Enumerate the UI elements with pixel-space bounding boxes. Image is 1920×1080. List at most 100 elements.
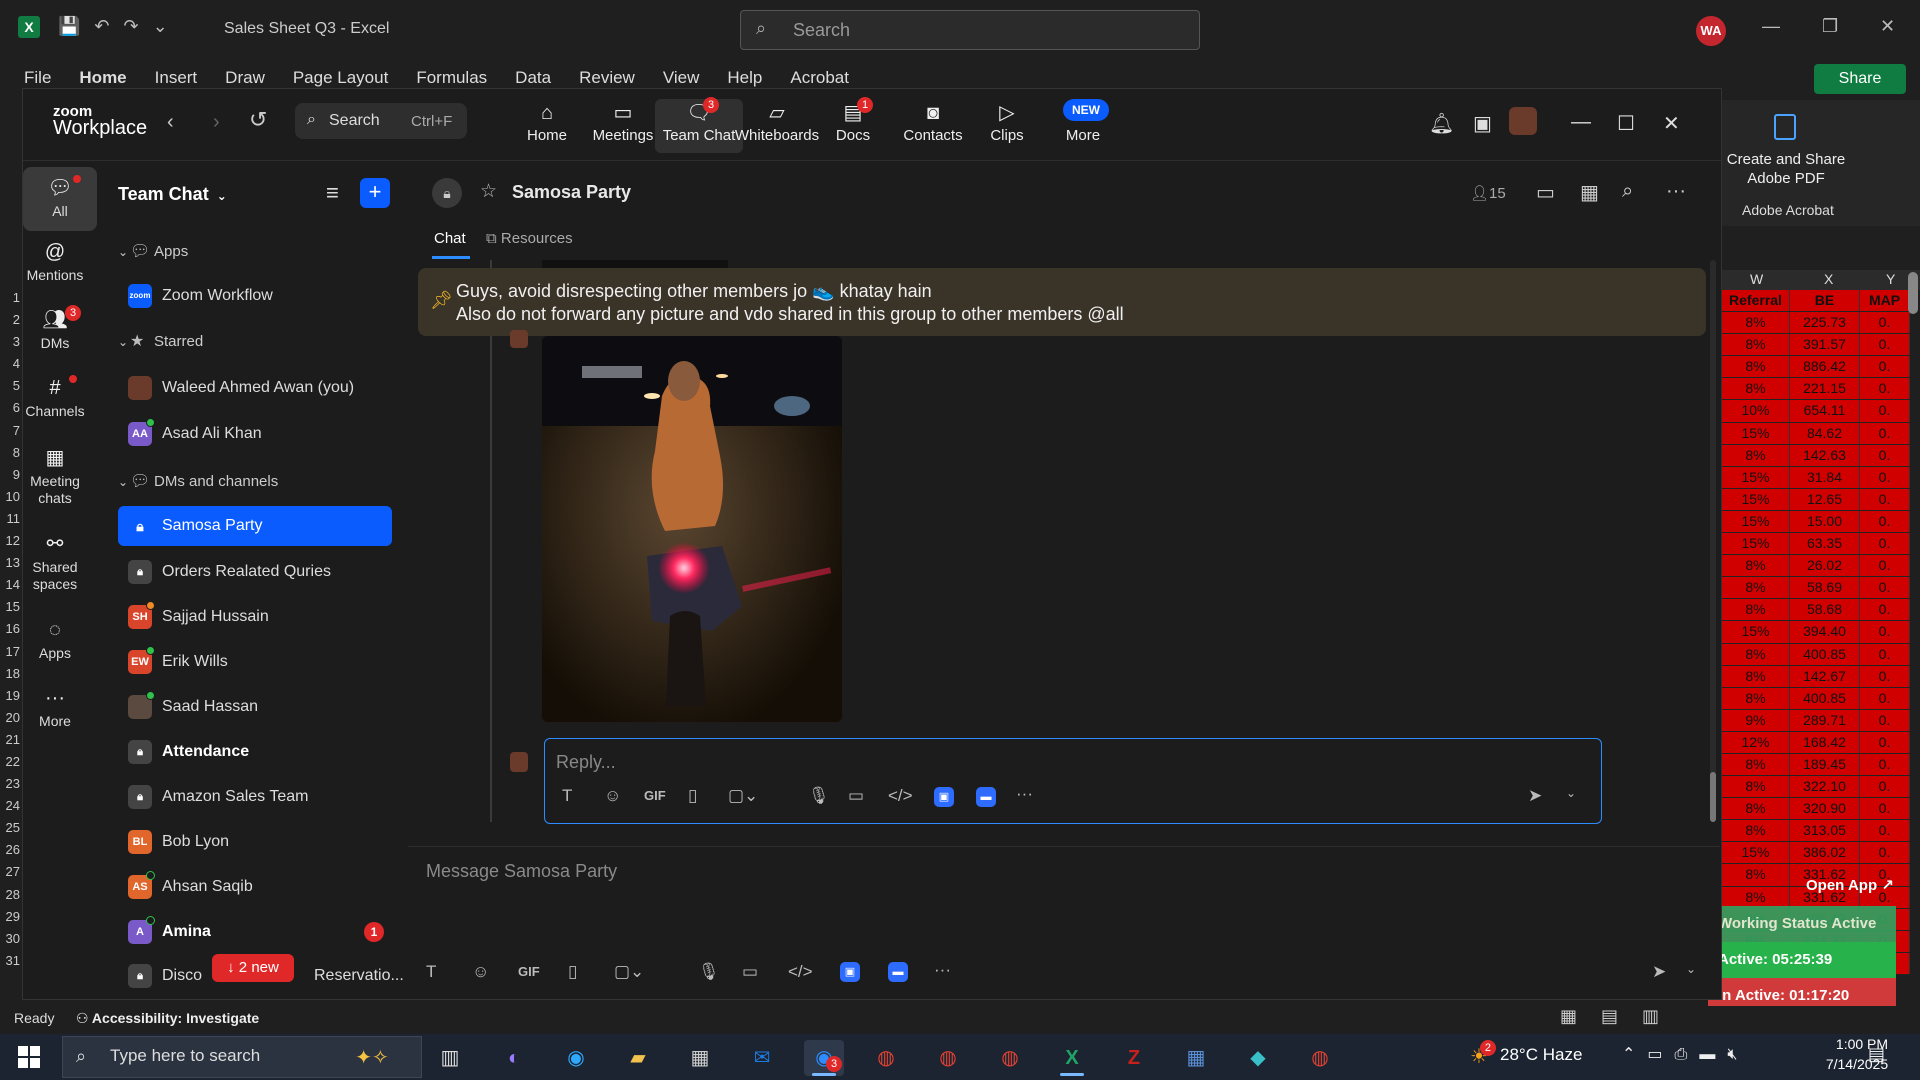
ribbon-tab-page-layout[interactable]: Page Layout [293,68,388,87]
video-call-icon[interactable]: ▭ [1536,180,1555,205]
header-cell[interactable]: MAP [1860,290,1910,312]
table-cell[interactable]: 0. [1860,687,1910,709]
copilot-sparkle-icon[interactable]: ✦✧ [352,1040,392,1076]
table-cell[interactable]: 15% [1722,466,1790,488]
table-cell[interactable]: 386.02 [1790,842,1860,864]
table-cell[interactable]: 26.02 [1790,555,1860,577]
weather-icon[interactable]: ☀ 2 [1470,1040,1496,1069]
zoom-minimize-icon[interactable]: — [1571,111,1591,134]
filezilla-icon[interactable]: Z [1114,1040,1154,1076]
more-options-icon[interactable]: ··· [934,960,951,980]
excel-share-button[interactable]: Share [1814,64,1906,94]
row-header[interactable]: 23 [0,776,22,798]
table-cell[interactable]: 0. [1860,400,1910,422]
header-cell[interactable]: Referral [1722,290,1790,312]
calendar-icon[interactable]: ▣ [1473,111,1492,136]
outlook-icon[interactable]: ✉ [742,1040,782,1076]
table-cell[interactable]: 12% [1722,731,1790,753]
column-header[interactable]: X [1824,271,1833,287]
excel-ribbon-tabs[interactable]: File Home Insert Draw Page Layout Formulas Dat… [24,68,877,88]
table-cell[interactable]: 8% [1722,820,1790,842]
tab-chat[interactable]: Chat [434,230,466,247]
list-item-erik[interactable]: EW Erik Wills [118,642,392,682]
table-cell[interactable]: 394.40 [1790,621,1860,643]
row-header[interactable]: 13 [0,555,22,577]
list-item-ahsan[interactable]: AS Ahsan Saqib [118,867,392,907]
table-cell[interactable]: 0. [1860,621,1910,643]
table-cell[interactable]: 8% [1722,599,1790,621]
table-cell[interactable]: 0. [1860,378,1910,400]
app-chat-icon[interactable]: ▬ [976,787,996,807]
table-cell[interactable]: 0. [1860,731,1910,753]
table-cell[interactable]: 15% [1722,842,1790,864]
tab-resources[interactable]: ⧉ Resources [486,230,573,247]
table-cell[interactable]: 391.57 [1790,334,1860,356]
new-chat-button[interactable]: + [360,178,390,208]
screenshot-icon[interactable]: ▢⌄ [728,786,758,806]
text-format-icon[interactable]: T [562,786,572,806]
forward-arrow-icon[interactable]: › [213,111,220,134]
rail-mentions[interactable]: @ Mentions [23,237,87,283]
row-header[interactable]: 28 [0,887,22,909]
taskbar-date[interactable]: 7/14/2025 [1812,1056,1902,1072]
table-cell[interactable]: 289.71 [1790,709,1860,731]
app-diamond-icon[interactable]: ◆ [1238,1040,1278,1076]
table-cell[interactable]: 12.65 [1790,488,1860,510]
table-cell[interactable]: 189.45 [1790,753,1860,776]
ribbon-tab-view[interactable]: View [663,68,700,87]
table-cell[interactable]: 15% [1722,621,1790,643]
weather-text[interactable]: 28°C Haze [1500,1045,1582,1065]
table-cell[interactable]: 15% [1722,510,1790,533]
row-header[interactable]: 5 [0,378,22,400]
list-item-orders[interactable]: 🔒︎ Orders Realated Quries [118,552,392,592]
table-cell[interactable]: 8% [1722,687,1790,709]
table-cell[interactable]: 9% [1722,709,1790,731]
rail-channels[interactable]: # Channels [23,373,87,419]
zoom-taskbar-icon[interactable]: ◉ 3 [804,1040,844,1076]
column-header[interactable]: Y [1886,271,1895,287]
taskbar-clock[interactable]: 1:00 PM [1822,1036,1902,1052]
excel-taskbar-icon[interactable]: X [1052,1040,1092,1076]
ribbon-tab-home[interactable]: Home [79,68,126,87]
table-cell[interactable]: 15% [1722,488,1790,510]
table-cell[interactable]: 0. [1860,643,1910,665]
table-cell[interactable]: 225.73 [1790,312,1860,334]
emoji-icon[interactable]: ☺ [604,786,621,806]
list-item-waleed[interactable]: Waleed Ahmed Awan (you) [118,368,392,408]
table-cell[interactable]: 0. [1860,577,1910,599]
more-options-icon[interactable]: ··· [1016,784,1033,804]
accessibility-status[interactable]: ⚇ Accessibility: Investigate [76,1010,259,1027]
table-cell[interactable]: 0. [1860,334,1910,356]
column-header[interactable]: W [1750,271,1763,287]
row-header[interactable]: 3 [0,334,22,356]
filter-icon[interactable]: ≡ [326,180,339,206]
ribbon-tab-help[interactable]: Help [727,68,762,87]
table-cell[interactable]: 0. [1860,444,1910,466]
table-cell[interactable]: 15.00 [1790,510,1860,533]
table-cell[interactable]: 320.90 [1790,798,1860,820]
tab-docs[interactable]: ▤ Docs 1 [809,97,897,153]
table-cell[interactable]: 0. [1860,312,1910,334]
open-app-link[interactable]: Open App ↗ [1806,876,1894,894]
rail-all[interactable]: 💬︎ All [23,167,97,231]
table-cell[interactable]: 221.15 [1790,378,1860,400]
table-cell[interactable]: 322.10 [1790,776,1860,798]
tab-meetings[interactable]: ▭ Meetings [579,99,667,153]
ribbon-tab-acrobat[interactable]: Acrobat [790,68,849,87]
table-cell[interactable]: 0. [1860,510,1910,533]
section-apps[interactable]: ⌄ 💬︎ Apps [116,232,390,272]
table-cell[interactable]: 8% [1722,356,1790,378]
acrobat-create-button[interactable]: Create and Share Adobe PDF [1726,150,1846,188]
table-cell[interactable]: 886.42 [1790,356,1860,378]
excel-minimize-icon[interactable]: — [1762,16,1780,37]
table-cell[interactable]: 8% [1722,378,1790,400]
ribbon-tab-data[interactable]: Data [515,68,551,87]
sheet-scrollbar[interactable] [1908,272,1918,314]
list-item-samosa-party[interactable]: 🔒︎ Samosa Party [118,506,392,546]
microphone-icon[interactable]: 🎙︎ [698,962,720,982]
excel-restore-icon[interactable]: ❐ [1822,16,1838,37]
row-header[interactable]: 30 [0,931,22,953]
table-cell[interactable]: 8% [1722,643,1790,665]
chrome-icon[interactable]: ◍ [866,1040,906,1076]
ribbon-tab-formulas[interactable]: Formulas [416,68,487,87]
